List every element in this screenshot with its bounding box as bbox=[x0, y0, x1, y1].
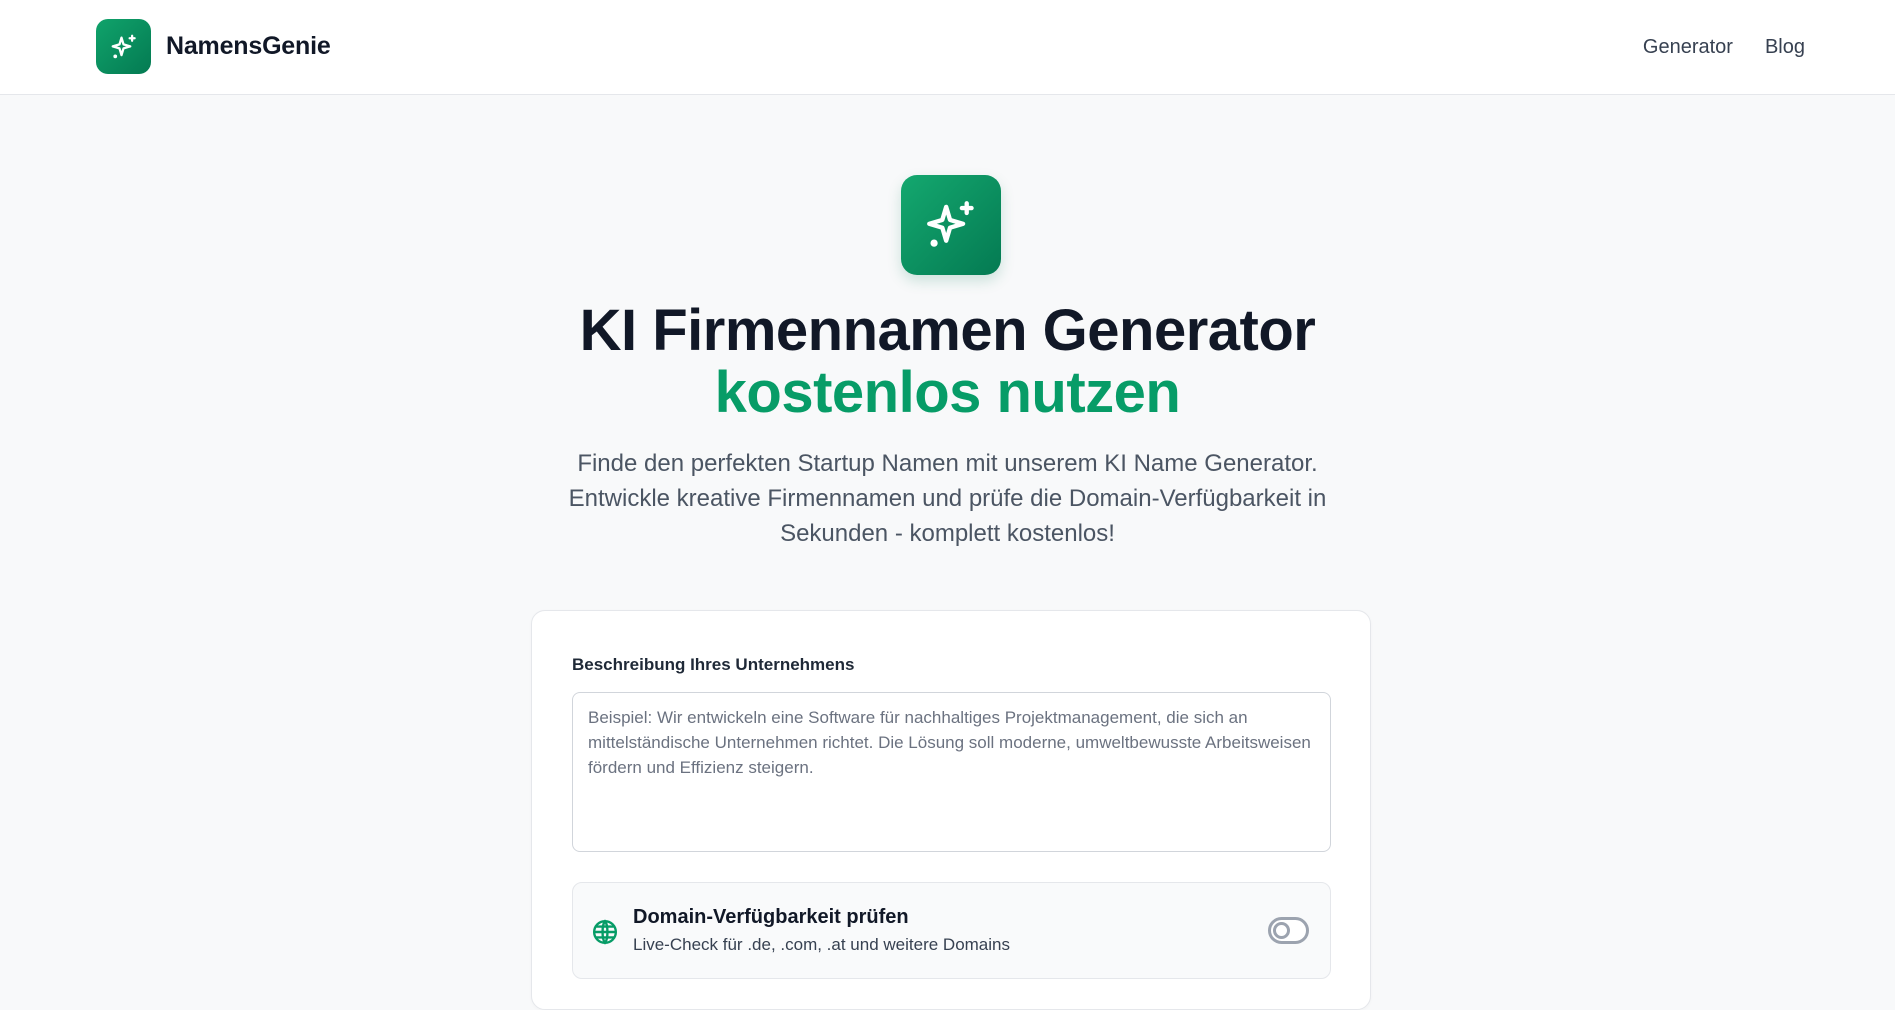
generator-form-card: Beschreibung Ihres Unternehmens Domain-V… bbox=[531, 610, 1371, 1010]
hero-subtitle: Finde den perfekten Startup Namen mit un… bbox=[568, 450, 1327, 547]
page-title: KI Firmennamen Generator bbox=[579, 298, 1316, 363]
globe-icon bbox=[592, 919, 618, 945]
brand-home-link[interactable]: NamensGenie bbox=[96, 19, 331, 74]
page-title-accent: kostenlos nutzen bbox=[714, 360, 1181, 425]
sparkles-logo-icon bbox=[96, 19, 151, 74]
description-label: Beschreibung Ihres Unternehmens bbox=[572, 655, 855, 674]
sparkles-icon bbox=[901, 175, 1001, 275]
top-navigation-bar: NamensGenie Generator Blog bbox=[0, 0, 1895, 95]
nav-link-blog[interactable]: Blog bbox=[1765, 36, 1805, 59]
company-description-input[interactable] bbox=[572, 692, 1331, 852]
domain-check-toggle[interactable] bbox=[1268, 917, 1309, 944]
main-nav: Generator Blog bbox=[1643, 0, 1805, 95]
brand-name: NamensGenie bbox=[166, 32, 331, 60]
domain-check-option: Domain-Verfügbarkeit prüfen Live-Check f… bbox=[572, 882, 1331, 979]
nav-link-generator[interactable]: Generator bbox=[1643, 36, 1733, 59]
domain-check-subtitle: Live-Check für .de, .com, .at und weiter… bbox=[633, 935, 1010, 954]
domain-check-title: Domain-Verfügbarkeit prüfen bbox=[633, 906, 909, 928]
toggle-knob bbox=[1273, 922, 1290, 939]
